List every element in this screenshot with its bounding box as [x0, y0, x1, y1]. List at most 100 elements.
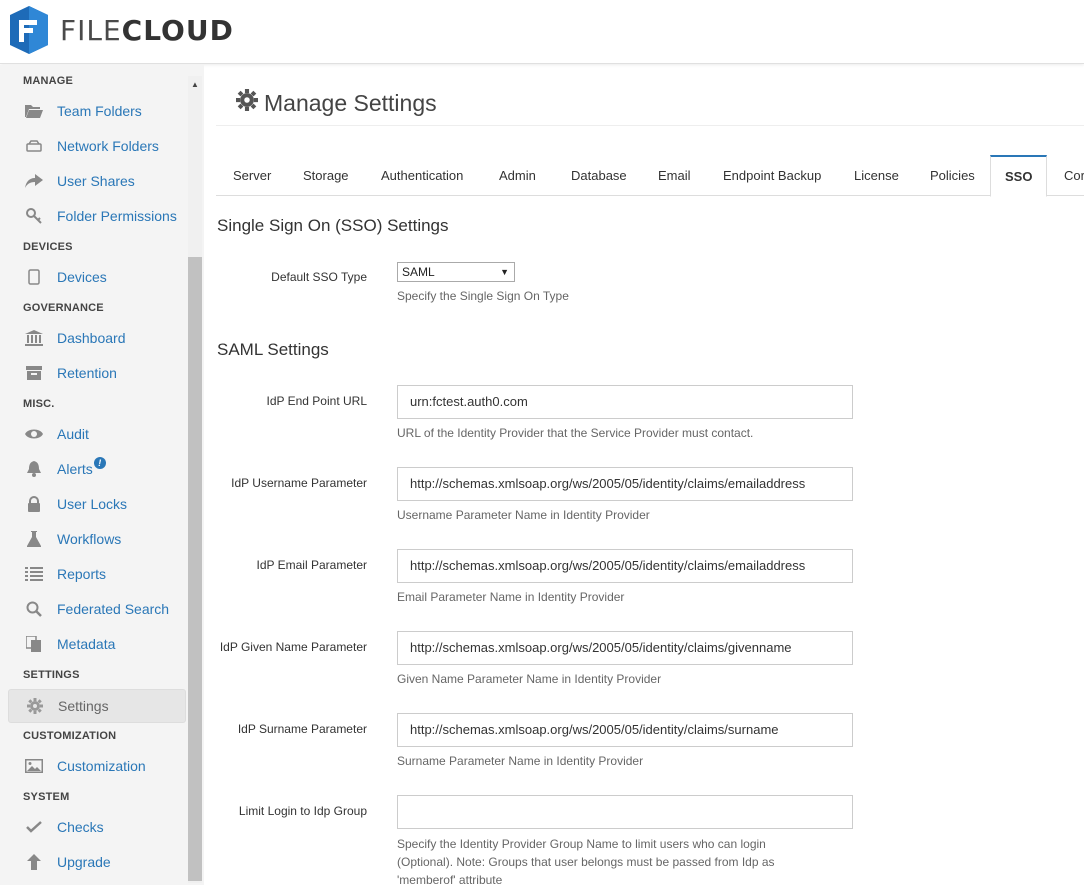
filecloud-logo-icon [10, 6, 48, 54]
eye-icon [25, 425, 43, 443]
gear-icon [26, 697, 44, 715]
sidebar-item-label: User Locks [57, 496, 128, 512]
idp-givenname-help: Given Name Parameter Name in Identity Pr… [397, 672, 662, 686]
sso-type-value: SAML [402, 265, 435, 279]
sidebar-item-label: Upgrade [57, 854, 111, 870]
idp-endpoint-label: IdP End Point URL [266, 394, 367, 408]
idp-givenname-input[interactable]: http://schemas.xmlsoap.org/ws/2005/05/id… [397, 631, 853, 665]
idp-group-help: Specify the Identity Provider Group Name… [397, 837, 775, 887]
sidebar-heading-settings: SETTINGS [23, 669, 80, 681]
sidebar-item-label: Devices [57, 269, 107, 285]
tab-policies[interactable]: Policies [930, 155, 975, 196]
key-icon [25, 207, 43, 225]
sidebar-item-federated-search[interactable]: Federated Search [8, 593, 186, 625]
scroll-up-arrow-icon[interactable]: ▲ [189, 80, 201, 90]
sidebar-item-label: Settings [58, 698, 109, 714]
alerts-badge: ! [93, 457, 106, 469]
sidebar-item-workflows[interactable]: Workflows [8, 523, 186, 555]
arrow-up-icon [25, 853, 43, 871]
sidebar-item-customization[interactable]: Customization [8, 750, 186, 782]
sidebar-item-label: Network Folders [57, 138, 159, 154]
idp-group-input[interactable] [397, 795, 853, 829]
top-bar: FILECLOUD [0, 0, 1084, 64]
sidebar-item-alerts[interactable]: Alerts ! [8, 453, 186, 485]
tab-overflow[interactable]: Cor [1064, 155, 1084, 196]
page-title: Manage Settings [236, 89, 437, 117]
sidebar-scrollbar-thumb[interactable] [188, 257, 202, 881]
sso-section-heading: Single Sign On (SSO) Settings [217, 216, 449, 235]
tab-email[interactable]: Email [658, 155, 691, 196]
sidebar-item-dashboard[interactable]: Dashboard [8, 322, 186, 354]
copy-icon [25, 635, 43, 653]
idp-username-label: IdP Username Parameter [231, 476, 367, 490]
sidebar: MANAGE Team Folders Network Folders User… [0, 65, 204, 885]
idp-username-input[interactable]: http://schemas.xmlsoap.org/ws/2005/05/id… [397, 467, 853, 501]
saml-section-heading: SAML Settings [217, 340, 329, 359]
sidebar-heading-misc: MISC. [23, 398, 55, 410]
sidebar-item-label: Dashboard [57, 330, 126, 346]
list-icon [25, 565, 43, 583]
idp-surname-label: IdP Surname Parameter [237, 722, 367, 736]
tab-database[interactable]: Database [571, 155, 627, 196]
sidebar-heading-system: SYSTEM [23, 791, 70, 803]
sso-type-label: Default SSO Type [271, 270, 367, 284]
sso-type-select[interactable]: SAML ▼ [397, 262, 515, 282]
archive-icon [25, 364, 43, 382]
search-icon [25, 600, 43, 618]
sidebar-item-label: Team Folders [57, 103, 142, 119]
idp-email-input[interactable]: http://schemas.xmlsoap.org/ws/2005/05/id… [397, 549, 853, 583]
sidebar-item-metadata[interactable]: Metadata [8, 628, 186, 660]
sidebar-item-label: Checks [57, 819, 104, 835]
flask-icon [25, 530, 43, 548]
tablet-icon [25, 268, 43, 286]
idp-username-help: Username Parameter Name in Identity Prov… [397, 508, 650, 522]
bank-icon [25, 329, 43, 347]
page-title-text: Manage Settings [264, 89, 437, 116]
image-icon [25, 757, 43, 775]
tab-endpoint-backup[interactable]: Endpoint Backup [723, 155, 821, 196]
sidebar-item-devices[interactable]: Devices [8, 261, 186, 293]
filecloud-logo[interactable]: FILECLOUD [10, 6, 234, 54]
sidebar-item-label: Reports [57, 566, 107, 582]
tab-authentication[interactable]: Authentication [381, 155, 463, 196]
sidebar-item-label: Workflows [57, 531, 122, 547]
share-icon [25, 172, 43, 190]
check-icon [25, 818, 43, 836]
logo-text: FILECLOUD [60, 13, 234, 47]
sidebar-item-label: Alerts [57, 461, 93, 477]
sidebar-item-folder-permissions[interactable]: Folder Permissions [8, 200, 186, 232]
tab-admin[interactable]: Admin [499, 155, 536, 196]
folder-open-icon [25, 102, 43, 120]
sidebar-item-audit[interactable]: Audit [8, 418, 186, 450]
tab-sso[interactable]: SSO [990, 155, 1048, 197]
sidebar-heading-governance: GOVERNANCE [23, 302, 104, 314]
sidebar-item-label: Audit [57, 426, 89, 442]
idp-email-help: Email Parameter Name in Identity Provide… [397, 590, 625, 604]
sidebar-item-settings[interactable]: Settings [8, 689, 186, 723]
sidebar-item-retention[interactable]: Retention [8, 357, 186, 389]
idp-surname-input[interactable]: http://schemas.xmlsoap.org/ws/2005/05/id… [397, 713, 853, 747]
sidebar-item-label: Folder Permissions [57, 208, 177, 224]
sidebar-item-user-locks[interactable]: User Locks [8, 488, 186, 520]
sidebar-item-label: Retention [57, 365, 117, 381]
idp-endpoint-help: URL of the Identity Provider that the Se… [397, 426, 754, 440]
sidebar-item-checks[interactable]: Checks [8, 811, 186, 843]
idp-endpoint-input[interactable]: urn:fctest.auth0.com [397, 385, 853, 419]
tab-storage[interactable]: Storage [303, 155, 349, 196]
sidebar-item-network-folders[interactable]: Network Folders [8, 130, 186, 162]
sidebar-heading-manage: MANAGE [23, 75, 74, 87]
gear-icon [236, 89, 258, 117]
idp-givenname-label: IdP Given Name Parameter [219, 640, 367, 654]
idp-surname-help: Surname Parameter Name in Identity Provi… [397, 754, 644, 768]
bell-icon [25, 460, 43, 478]
tab-server[interactable]: Server [233, 155, 271, 196]
sidebar-item-reports[interactable]: Reports [8, 558, 186, 590]
sidebar-item-upgrade[interactable]: Upgrade [8, 846, 186, 878]
sidebar-item-user-shares[interactable]: User Shares [8, 165, 186, 197]
sidebar-heading-devices: DEVICES [23, 241, 73, 253]
settings-tabs: Server Storage Authentication Admin Data… [216, 155, 1084, 197]
lock-icon [25, 495, 43, 513]
sidebar-item-label: Federated Search [57, 601, 170, 617]
tab-license[interactable]: License [854, 155, 899, 196]
sidebar-item-team-folders[interactable]: Team Folders [8, 95, 186, 127]
